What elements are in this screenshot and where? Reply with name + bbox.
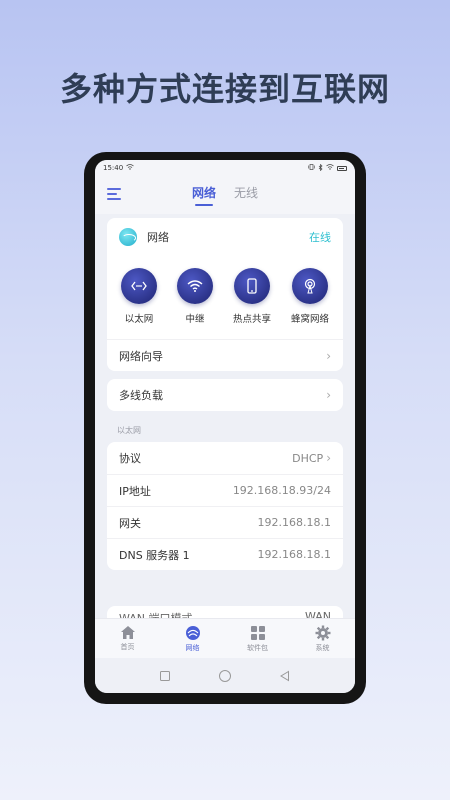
ip-address-row: IP地址 192.168.18.93/24 xyxy=(107,474,343,506)
nav-home[interactable]: 首页 xyxy=(98,625,158,652)
network-wizard-label: 网络向导 xyxy=(119,349,163,363)
mode-relay-label: 中继 xyxy=(185,314,205,325)
nav-system[interactable]: 系统 xyxy=(293,625,353,653)
globe-icon xyxy=(119,228,137,246)
protocol-value: DHCP xyxy=(292,451,324,465)
tab-wireless[interactable]: 无线 xyxy=(234,184,258,206)
multiline-label: 多线负载 xyxy=(119,389,163,402)
network-status-badge: 在线 xyxy=(309,231,331,244)
chevron-right-icon: › xyxy=(326,451,331,465)
wifi-status-icon xyxy=(126,164,134,172)
home-button-icon[interactable] xyxy=(218,669,232,683)
nav-home-label: 首页 xyxy=(120,643,135,651)
chevron-right-icon: › xyxy=(326,388,331,402)
nav-network-label: 网络 xyxy=(185,643,200,652)
status-time: 15:40 xyxy=(103,164,124,172)
signal-icon xyxy=(326,164,334,172)
recent-apps-icon[interactable] xyxy=(159,670,171,682)
bluetooth-icon xyxy=(318,163,323,173)
battery-icon xyxy=(337,165,347,171)
ethernet-icon xyxy=(120,268,157,304)
bottom-nav: 首页 网络 软件包 系统 xyxy=(95,618,355,658)
phone-frame: 15:40 网络 无线 网络 在线 以太网 中继 热点共享 蜂窝网络 网络向导 … xyxy=(84,152,366,704)
phone-hotspot-icon xyxy=(233,268,270,304)
grid-icon xyxy=(250,625,265,640)
menu-icon[interactable] xyxy=(107,188,121,200)
tab-bar: 网络 无线 xyxy=(192,184,258,206)
vibrate-icon xyxy=(308,164,315,172)
nav-packages-label: 软件包 xyxy=(247,643,268,652)
mode-relay[interactable]: 中继 xyxy=(176,268,213,325)
mode-ethernet[interactable]: 以太网 xyxy=(120,268,157,325)
ethernet-section-label: 以太网 xyxy=(117,426,141,435)
protocol-row[interactable]: 协议 DHCP › xyxy=(107,442,343,474)
multiline-card: 多线负载 › xyxy=(107,379,343,411)
dns-row: DNS 服务器 1 192.168.18.1 xyxy=(107,538,343,570)
globe-icon xyxy=(185,625,200,640)
chevron-right-icon: › xyxy=(326,348,331,363)
tab-network[interactable]: 网络 xyxy=(192,184,216,206)
back-icon[interactable] xyxy=(279,670,291,682)
status-bar: 15:40 xyxy=(95,160,355,176)
network-card: 网络 在线 以太网 中继 热点共享 蜂窝网络 网络向导 › xyxy=(107,218,343,371)
protocol-label: 协议 xyxy=(119,452,141,465)
gateway-row: 网关 192.168.18.1 xyxy=(107,506,343,538)
network-wizard-row[interactable]: 网络向导 › xyxy=(107,339,343,371)
nav-network[interactable]: 网络 xyxy=(163,625,223,653)
dns-value: 192.168.18.1 xyxy=(257,548,331,561)
ip-address-value: 192.168.18.93/24 xyxy=(232,484,331,497)
home-icon xyxy=(120,626,135,639)
top-bar: 网络 无线 xyxy=(95,176,355,214)
network-card-header: 网络 在线 xyxy=(107,218,343,256)
mode-ethernet-label: 以太网 xyxy=(124,314,154,325)
connection-mode-row: 以太网 中继 热点共享 蜂窝网络 xyxy=(107,256,343,339)
system-nav-bar xyxy=(95,658,355,693)
multiline-row[interactable]: 多线负载 › xyxy=(107,379,343,411)
dns-label: DNS 服务器 1 xyxy=(119,548,190,562)
nav-system-label: 系统 xyxy=(315,643,330,652)
mode-cellular[interactable]: 蜂窝网络 xyxy=(291,268,329,325)
mode-cellular-label: 蜂窝网络 xyxy=(290,314,329,325)
wifi-icon xyxy=(176,268,213,304)
headline: 多种方式连接到互联网 xyxy=(59,70,390,108)
ip-address-label: IP地址 xyxy=(119,484,151,498)
gateway-value: 192.168.18.1 xyxy=(257,516,331,529)
nav-packages[interactable]: 软件包 xyxy=(228,625,288,653)
phone-screen: 15:40 网络 无线 网络 在线 以太网 中继 热点共享 蜂窝网络 网络向导 … xyxy=(95,160,355,693)
cellular-icon xyxy=(291,268,328,304)
mode-hotspot-label: 热点共享 xyxy=(232,314,271,325)
gear-icon xyxy=(315,625,330,640)
gateway-label: 网关 xyxy=(119,516,141,530)
mode-hotspot[interactable]: 热点共享 xyxy=(233,268,271,325)
network-card-title: 网络 xyxy=(147,231,169,244)
ethernet-card: 协议 DHCP › IP地址 192.168.18.93/24 网关 192.1… xyxy=(107,442,343,570)
